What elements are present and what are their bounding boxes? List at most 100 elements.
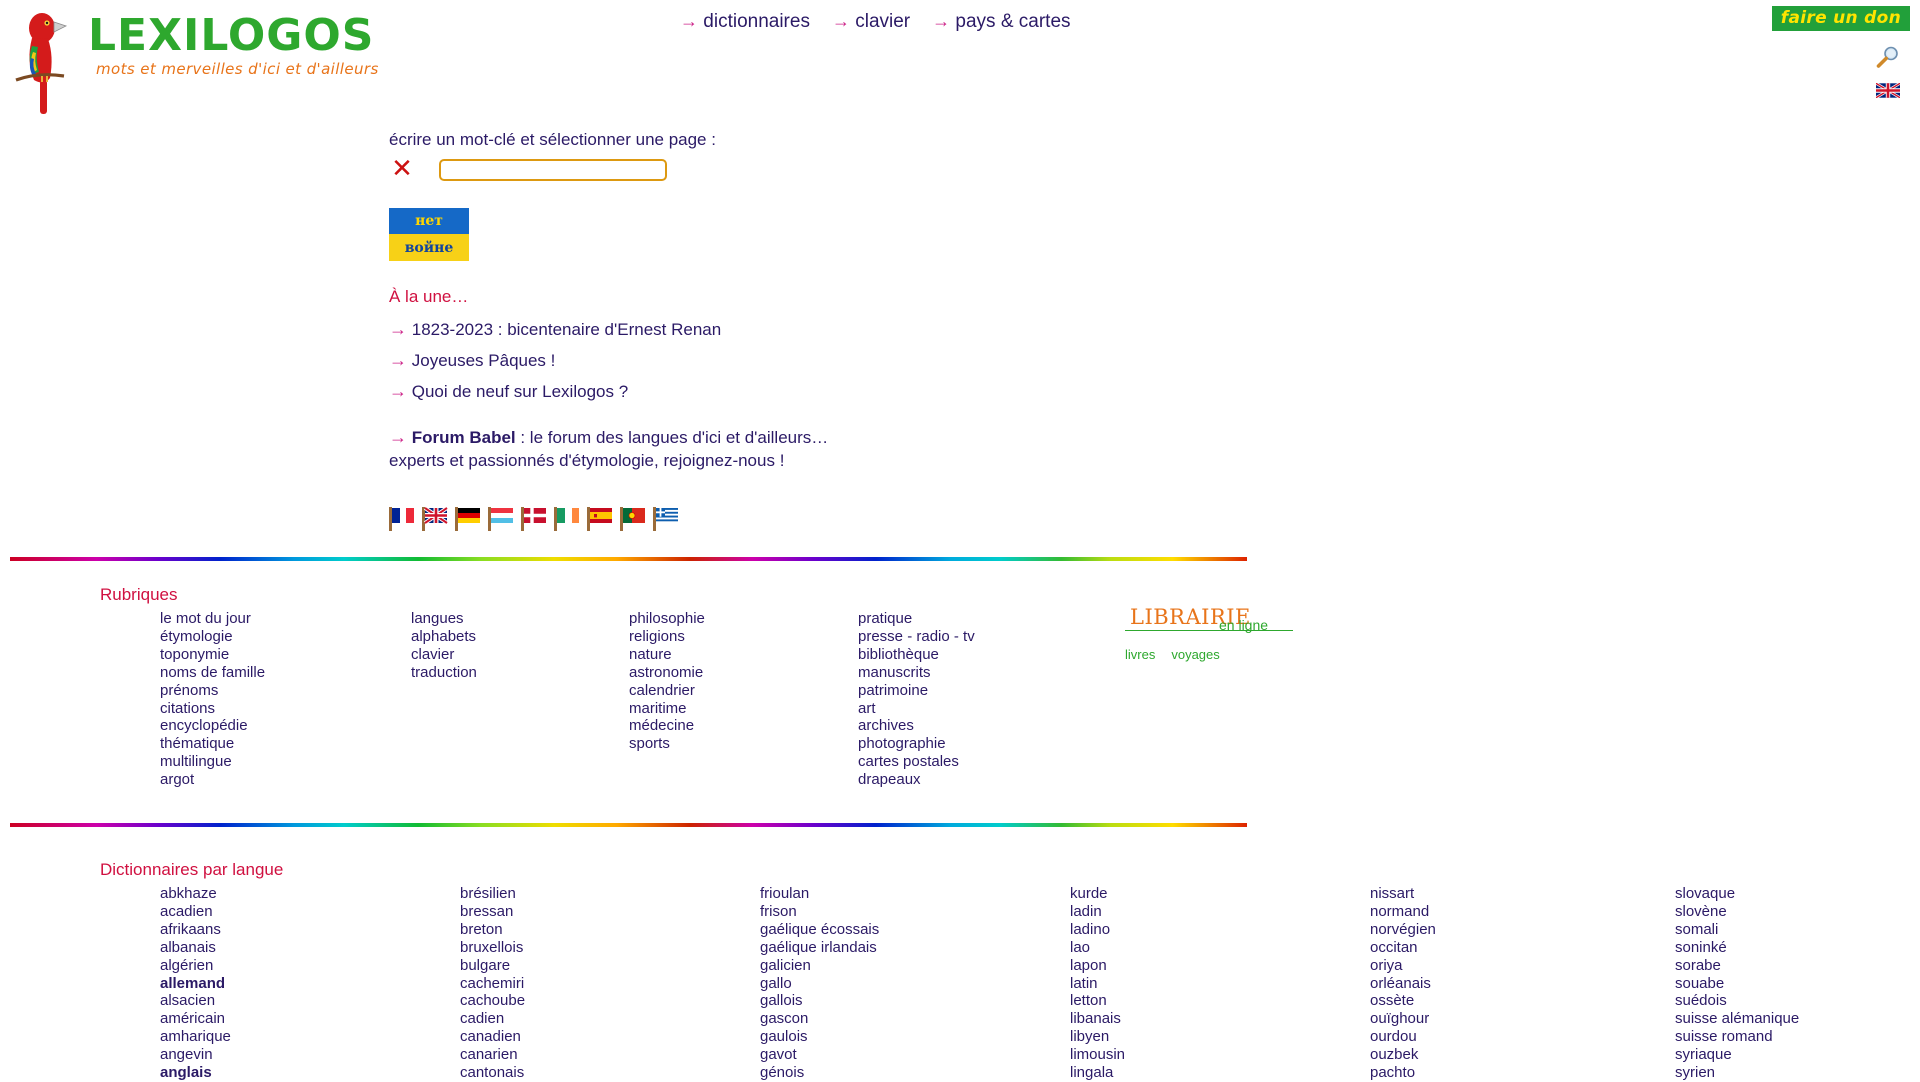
language-link[interactable]: sorabe — [1675, 957, 1799, 975]
language-link[interactable]: somali — [1675, 921, 1799, 939]
language-link[interactable]: letton — [1070, 992, 1125, 1010]
rubrique-link[interactable]: citations — [160, 700, 265, 718]
spain-flag-icon[interactable] — [587, 505, 614, 531]
language-link[interactable]: gaélique écossais — [760, 921, 879, 939]
language-link[interactable]: canarien — [460, 1046, 525, 1064]
language-link[interactable]: albanais — [160, 939, 231, 957]
united-kingdom-flag-icon[interactable] — [422, 505, 449, 531]
language-link[interactable]: ouïghour — [1370, 1010, 1436, 1028]
keyword-input[interactable] — [439, 159, 667, 181]
language-link[interactable]: amharique — [160, 1028, 231, 1046]
language-link[interactable]: souabe — [1675, 975, 1799, 993]
language-link[interactable]: suisse romand — [1675, 1028, 1799, 1046]
rubrique-link[interactable]: alphabets — [411, 628, 477, 646]
language-link[interactable]: oriya — [1370, 957, 1436, 975]
rubrique-link[interactable]: le mot du jour — [160, 610, 265, 628]
language-link[interactable]: suisse alémanique — [1675, 1010, 1799, 1028]
forum-babel-line-1[interactable]: → Forum Babel : le forum des langues d'i… — [389, 426, 828, 450]
uk-flag-icon[interactable] — [1876, 83, 1900, 98]
language-link[interactable]: cachemiri — [460, 975, 525, 993]
ukraine-peace-banner[interactable]: нет войне — [389, 208, 469, 261]
nav-link-label[interactable]: clavier — [855, 11, 910, 32]
rubrique-link[interactable]: nature — [629, 646, 705, 664]
nav-item-clavier[interactable]: → clavier — [832, 11, 910, 32]
news-item-link[interactable]: Quoi de neuf sur Lexilogos ? — [412, 382, 628, 401]
rubrique-link[interactable]: cartes postales — [858, 753, 975, 771]
language-link[interactable]: gaulois — [760, 1028, 879, 1046]
language-link[interactable]: allemand — [160, 975, 231, 993]
language-link[interactable]: gascon — [760, 1010, 879, 1028]
rubrique-link[interactable]: encyclopédie — [160, 717, 265, 735]
language-link[interactable]: slovène — [1675, 903, 1799, 921]
language-link[interactable]: afrikaans — [160, 921, 231, 939]
search-icon[interactable] — [1874, 46, 1900, 70]
librairie-link-livres[interactable]: livres — [1125, 647, 1155, 662]
language-link[interactable]: syrien — [1675, 1064, 1799, 1082]
rubrique-link[interactable]: patrimoine — [858, 682, 975, 700]
rubrique-link[interactable]: noms de famille — [160, 664, 265, 682]
rubrique-link[interactable]: toponymie — [160, 646, 265, 664]
language-link[interactable]: anglais — [160, 1064, 231, 1082]
language-link[interactable]: nissart — [1370, 885, 1436, 903]
clear-icon[interactable]: ✕ — [389, 156, 415, 183]
language-link[interactable]: abkhaze — [160, 885, 231, 903]
language-link[interactable]: angevin — [160, 1046, 231, 1064]
nav-link-label[interactable]: pays & cartes — [955, 11, 1070, 32]
rubrique-link[interactable]: thématique — [160, 735, 265, 753]
rubrique-link[interactable]: art — [858, 700, 975, 718]
luxembourg-flag-icon[interactable] — [488, 505, 515, 531]
language-link[interactable]: canadien — [460, 1028, 525, 1046]
rubrique-link[interactable]: argot — [160, 771, 265, 789]
language-link[interactable]: occitan — [1370, 939, 1436, 957]
language-link[interactable]: soninké — [1675, 939, 1799, 957]
language-link[interactable]: norvégien — [1370, 921, 1436, 939]
rubrique-link[interactable]: traduction — [411, 664, 477, 682]
rubrique-link[interactable]: maritime — [629, 700, 705, 718]
language-link[interactable]: ourdou — [1370, 1028, 1436, 1046]
nav-item-dictionnaires[interactable]: → dictionnaires — [680, 11, 810, 32]
news-item[interactable]: → 1823-2023 : bicentenaire d'Ernest Rena… — [389, 319, 721, 340]
language-link[interactable]: pachto — [1370, 1064, 1436, 1082]
language-link[interactable]: bressan — [460, 903, 525, 921]
rubrique-link[interactable]: manuscrits — [858, 664, 975, 682]
language-link[interactable]: gavot — [760, 1046, 879, 1064]
rubrique-link[interactable]: photographie — [858, 735, 975, 753]
france-flag-icon[interactable] — [389, 505, 416, 531]
language-link[interactable]: lao — [1070, 939, 1125, 957]
news-item-link[interactable]: Joyeuses Pâques ! — [412, 351, 556, 370]
greece-flag-icon[interactable] — [653, 505, 680, 531]
language-link[interactable]: cantonais — [460, 1064, 525, 1082]
rubrique-link[interactable]: religions — [629, 628, 705, 646]
language-link[interactable]: ossète — [1370, 992, 1436, 1010]
language-link[interactable]: breton — [460, 921, 525, 939]
language-link[interactable]: acadien — [160, 903, 231, 921]
language-link[interactable]: limousin — [1070, 1046, 1125, 1064]
rubrique-link[interactable]: drapeaux — [858, 771, 975, 789]
language-link[interactable]: suédois — [1675, 992, 1799, 1010]
language-link[interactable]: orléanais — [1370, 975, 1436, 993]
site-logo[interactable]: LEXILOGOS mots et merveilles d'ici et d'… — [8, 2, 388, 114]
forum-babel-link[interactable]: Forum Babel — [412, 428, 516, 447]
ireland-flag-icon[interactable] — [554, 505, 581, 531]
language-link[interactable]: ladino — [1070, 921, 1125, 939]
rubrique-link[interactable]: prénoms — [160, 682, 265, 700]
rubrique-link[interactable]: médecine — [629, 717, 705, 735]
germany-flag-icon[interactable] — [455, 505, 482, 531]
nav-link-label[interactable]: dictionnaires — [703, 11, 810, 32]
language-link[interactable]: kurde — [1070, 885, 1125, 903]
language-link[interactable]: alsacien — [160, 992, 231, 1010]
language-link[interactable]: normand — [1370, 903, 1436, 921]
language-link[interactable]: latin — [1070, 975, 1125, 993]
language-link[interactable]: ouzbek — [1370, 1046, 1436, 1064]
language-link[interactable]: syriaque — [1675, 1046, 1799, 1064]
librairie-link-voyages[interactable]: voyages — [1171, 647, 1219, 662]
news-item[interactable]: → Quoi de neuf sur Lexilogos ? — [389, 381, 721, 402]
rubrique-link[interactable]: langues — [411, 610, 477, 628]
rubrique-link[interactable]: philosophie — [629, 610, 705, 628]
language-link[interactable]: galicien — [760, 957, 879, 975]
rubrique-link[interactable]: calendrier — [629, 682, 705, 700]
donate-button[interactable]: faire un don — [1771, 6, 1910, 31]
language-link[interactable]: lapon — [1070, 957, 1125, 975]
language-link[interactable]: algérien — [160, 957, 231, 975]
nav-item-pays-cartes[interactable]: → pays & cartes — [932, 11, 1070, 32]
